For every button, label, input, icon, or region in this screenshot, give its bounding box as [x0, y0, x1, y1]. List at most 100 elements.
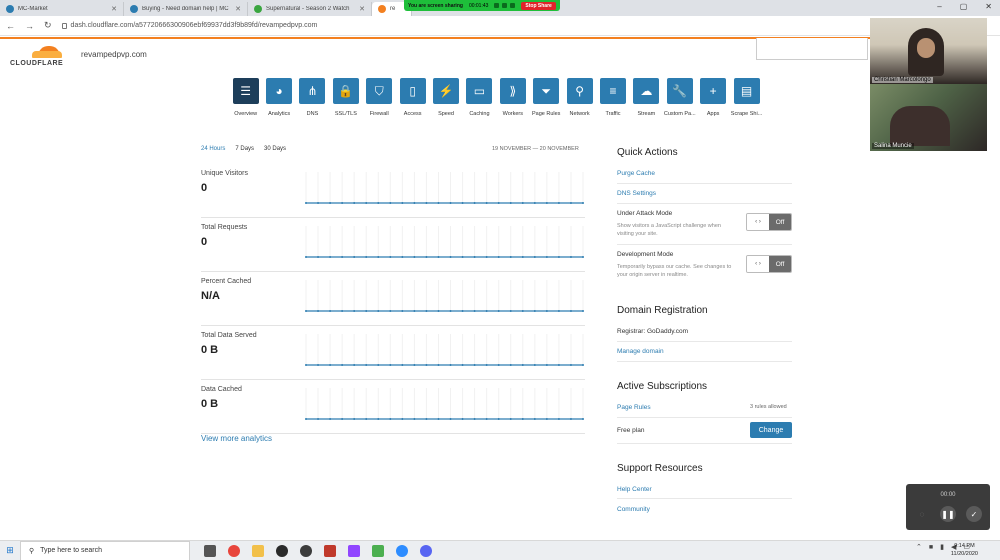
shield-icon: ⛉ [366, 78, 393, 104]
pause-icon[interactable] [494, 3, 500, 8]
zoom-icon[interactable] [396, 544, 408, 557]
time-range-tabs: 24 Hours 7 Days 30 Days [201, 146, 286, 152]
participant-video[interactable]: Salina Muncie [870, 84, 987, 151]
nav-overview[interactable]: ☰ Overview [229, 78, 262, 117]
nav-apps[interactable]: + Apps [696, 78, 729, 117]
nav-speed[interactable]: ⚡ Speed [429, 78, 462, 117]
metric-label: Total Data Served [201, 332, 257, 339]
browser-tab[interactable]: MC-Market ✕ [0, 2, 124, 16]
nav-traffic[interactable]: ≡ Traffic [596, 78, 629, 117]
minimize-icon[interactable]: – [937, 2, 941, 11]
data-point [365, 364, 368, 366]
maximize-icon[interactable]: ▢ [960, 2, 968, 11]
nav-firewall[interactable]: ⛉ Firewall [363, 78, 396, 117]
tab-title: re [390, 6, 396, 12]
nav-label: Scrape Shi... [730, 111, 763, 117]
participant-video[interactable]: Christian Marcolongo [870, 18, 987, 85]
nav-analytics[interactable]: ◕ Analytics [262, 78, 295, 117]
metric-value: 0 [201, 236, 208, 248]
taskbar-search[interactable]: ⚲ Type here to search [20, 540, 190, 560]
chevron-up-icon[interactable]: ⌃ [916, 543, 922, 551]
nav-network[interactable]: ⚲ Network [563, 78, 596, 117]
pause-icon[interactable]: ❚❚ [940, 506, 956, 522]
range-tab-24h[interactable]: 24 Hours [201, 146, 225, 152]
nav-access[interactable]: ▯ Access [396, 78, 429, 117]
nav-label: Firewall [369, 111, 389, 117]
nav-workers[interactable]: ⟫ Workers [496, 78, 529, 117]
minecraft-icon[interactable] [372, 544, 384, 557]
account-dropdown[interactable] [756, 38, 868, 60]
nav-scrape-shi[interactable]: ▤ Scrape Shi... [730, 78, 763, 117]
dns-settings-link[interactable]: DNS Settings [617, 190, 792, 197]
stop-share-button[interactable]: Stop Share [521, 1, 556, 10]
manage-domain-link[interactable]: Manage domain [617, 348, 792, 355]
obs-icon[interactable] [300, 544, 312, 557]
app-icon[interactable] [324, 544, 336, 557]
close-window-icon[interactable]: ✕ [985, 2, 992, 11]
dev-mode-toggle[interactable]: ‹ › Off [746, 255, 792, 273]
change-plan-button[interactable]: Change [750, 422, 792, 438]
more-icon[interactable] [510, 3, 516, 8]
data-point [521, 256, 524, 258]
close-icon[interactable]: ✕ [235, 5, 241, 13]
twitch-icon[interactable] [348, 544, 360, 557]
data-point [582, 364, 584, 366]
data-point [509, 202, 512, 204]
data-point [365, 418, 368, 420]
browser-tab[interactable]: Buying - Need domain help | MC ✕ [124, 2, 248, 16]
check-icon[interactable]: ✓ [966, 506, 982, 522]
range-tab-30d[interactable]: 30 Days [264, 146, 286, 152]
metric-unique-visitors: Unique Visitors 0 [201, 170, 585, 218]
community-link[interactable]: Community [617, 506, 792, 513]
help-center-link[interactable]: Help Center [617, 486, 792, 493]
chrome-icon[interactable] [228, 544, 240, 557]
cloudflare-logo[interactable]: CLOUDFLARE [10, 44, 68, 68]
nav-dns[interactable]: ⋔ DNS [296, 78, 329, 117]
windows-start-icon[interactable]: ⊞ [0, 545, 20, 556]
domain-name[interactable]: revampedpvp.com [81, 50, 147, 59]
file-explorer-icon[interactable] [252, 544, 264, 557]
recording-time: 00:00 [940, 492, 956, 498]
reload-icon[interactable]: ↻ [44, 20, 52, 31]
nav-custom-pa[interactable]: 🔧 Custom Pa... [663, 78, 696, 117]
nav-stream[interactable]: ☁ Stream [630, 78, 663, 117]
nav-ssl-tls[interactable]: 🔒 SSL/TLS [329, 78, 362, 117]
header-accent-line [0, 37, 870, 39]
sparkline-chart [305, 334, 584, 366]
annotate-icon[interactable] [502, 3, 508, 8]
range-tab-7d[interactable]: 7 Days [235, 146, 254, 152]
back-icon[interactable]: ← [6, 21, 15, 31]
url-field[interactable]: dash.cloudflare.com/a57720666300906ebf69… [61, 22, 317, 29]
browser-tab[interactable]: Supernatural - Season 2 Watch ✕ [248, 2, 372, 16]
data-point [557, 418, 560, 420]
view-more-analytics-link[interactable]: View more analytics [201, 434, 272, 443]
data-point [329, 310, 332, 312]
data-point [557, 310, 560, 312]
forward-icon[interactable]: → [25, 21, 34, 31]
nav-caching[interactable]: ▭ Caching [463, 78, 496, 117]
metric-percent-cached: Percent Cached N/A [201, 278, 585, 326]
search-placeholder: Type here to search [40, 547, 103, 554]
data-point [437, 202, 440, 204]
tab-title: Buying - Need domain help | MC [142, 6, 229, 12]
close-icon[interactable]: ✕ [359, 5, 365, 13]
discord-icon[interactable] [420, 544, 432, 557]
camera-icon[interactable]: ■ [929, 544, 933, 551]
close-icon[interactable]: ✕ [111, 5, 117, 13]
registrar-text: Registrar: GoDaddy.com [617, 328, 689, 335]
data-point [401, 310, 404, 312]
steam-icon[interactable] [276, 544, 288, 557]
task-view-icon[interactable] [204, 544, 216, 557]
participant-name: Salina Muncie [872, 143, 914, 149]
microphone-icon[interactable]: ▮ [940, 543, 944, 551]
divider [617, 341, 792, 342]
metric-value: 0 [201, 182, 208, 194]
data-point [329, 202, 332, 204]
record-icon[interactable]: ◌ [914, 506, 930, 522]
nav-page-rules[interactable]: ⏷ Page Rules [530, 78, 563, 117]
data-point [413, 256, 416, 258]
purge-cache-link[interactable]: Purge Cache [617, 170, 792, 177]
under-attack-toggle[interactable]: ‹ › Off [746, 213, 792, 231]
taskbar-clock[interactable]: 9:14 PM 11/20/2020 [951, 542, 978, 558]
sparkline-chart [305, 388, 584, 420]
